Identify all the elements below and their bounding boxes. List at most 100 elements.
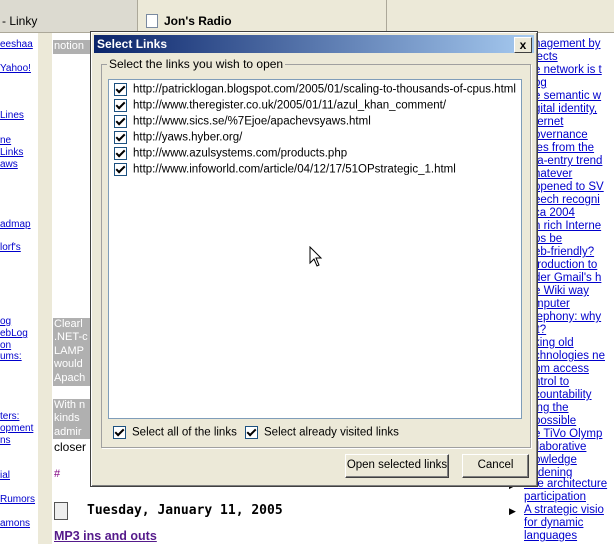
post-date: Tuesday, January 11, 2005 — [87, 503, 283, 518]
group-label: Select the links you wish to open — [107, 57, 286, 71]
left-link[interactable]: ters: — [0, 411, 19, 422]
select-all-label: Select all of the links — [132, 426, 237, 439]
left-link[interactable]: amons — [0, 518, 30, 529]
text-line: kinds — [54, 412, 80, 425]
right-link[interactable]: eb-friendly? — [534, 246, 594, 258]
dialog-titlebar[interactable]: Select Links x — [94, 35, 534, 53]
right-link[interactable]: chnologies ne — [534, 350, 605, 362]
link-url: http://www.sics.se/%7Ejoe/apachevsyaws.h… — [133, 115, 371, 128]
mouse-pointer-icon — [309, 246, 323, 267]
right-link[interactable]: ca 2004 — [534, 207, 575, 219]
right-link[interactable]: troduction to — [534, 259, 597, 271]
right-link[interactable]: les from the — [534, 142, 594, 154]
text-line: LAMP — [54, 344, 84, 357]
post-title-link[interactable]: MP3 ins and outs — [54, 529, 157, 543]
left-link[interactable]: Links — [0, 147, 23, 158]
left-link[interactable]: lorf's — [0, 242, 21, 253]
left-link[interactable]: ns — [0, 435, 11, 446]
select-all-option[interactable]: Select all of the links — [113, 426, 237, 439]
left-link[interactable]: ne — [0, 135, 11, 146]
right-link[interactable]: ta-entry trend — [534, 155, 602, 167]
right-link[interactable]: ppened to SV — [534, 181, 604, 193]
checkbox-checked-icon[interactable] — [114, 147, 127, 160]
left-link[interactable]: og — [0, 316, 11, 327]
select-visited-label: Select already visited links — [264, 426, 399, 439]
left-link[interactable]: on — [0, 340, 11, 351]
left-link[interactable]: aws — [0, 159, 18, 170]
right-link[interactable]: A strategic visio — [524, 504, 604, 516]
right-link[interactable]: ternet — [534, 116, 563, 128]
link-url: http://patricklogan.blogspot.com/2005/01… — [133, 83, 516, 96]
link-item[interactable]: http://www.infoworld.com/article/04/12/1… — [114, 163, 456, 179]
page-icon — [146, 14, 158, 28]
link-url: http://yaws.hyber.org/ — [133, 131, 243, 144]
open-selected-links-button[interactable]: Open selected links — [345, 454, 449, 478]
link-item[interactable]: http://www.theregister.co.uk/2005/01/11/… — [114, 99, 446, 115]
left-link[interactable]: admap — [0, 219, 31, 230]
cancel-button[interactable]: Cancel — [462, 454, 529, 478]
right-link[interactable]: e semantic w — [534, 90, 601, 102]
tab-linky[interactable]: - Linky — [0, 0, 138, 32]
right-link[interactable]: languages — [524, 530, 577, 542]
right-link[interactable]: eech recogni — [534, 194, 600, 206]
link-item[interactable]: http://yaws.hyber.org/ — [114, 131, 242, 147]
link-item[interactable]: http://patricklogan.blogspot.com/2005/01… — [114, 83, 516, 99]
background-text-block: With n kinds admir — [53, 399, 94, 439]
right-link[interactable]: nagement by — [534, 38, 601, 50]
right-link[interactable]: der Gmail's h — [534, 272, 601, 284]
left-link[interactable]: ial — [0, 470, 10, 481]
tab-label: Jon's Radio — [164, 14, 232, 28]
checkbox-checked-icon[interactable] — [114, 115, 127, 128]
right-link[interactable]: ing the — [534, 402, 569, 414]
right-link[interactable]: e TiVo Olymp — [534, 428, 602, 440]
right-link[interactable]: countability — [534, 389, 592, 401]
permalink-hash[interactable]: # — [54, 468, 60, 480]
left-link[interactable]: opment — [0, 423, 33, 434]
left-link[interactable]: ums: — [0, 351, 22, 362]
left-link[interactable]: eeshaa — [0, 39, 33, 50]
left-link[interactable]: Yahoo! — [0, 63, 31, 74]
right-link[interactable]: possible — [534, 415, 576, 427]
right-link[interactable]: hatever — [534, 168, 572, 180]
right-link[interactable]: king old — [534, 337, 574, 349]
right-link[interactable]: e network is t — [534, 64, 602, 76]
dialog-title: Select Links — [97, 37, 168, 51]
right-link[interactable]: om access — [534, 363, 589, 375]
checkbox-checked-icon[interactable] — [245, 426, 258, 439]
triangle-bullet-icon: ▶ — [509, 506, 516, 516]
right-link[interactable]: mputer — [534, 298, 570, 310]
link-url: http://www.infoworld.com/article/04/12/1… — [133, 163, 456, 176]
checkbox-checked-icon[interactable] — [114, 163, 127, 176]
right-link[interactable]: participation — [524, 491, 586, 503]
tab-jons-radio[interactable]: Jon's Radio — [138, 0, 387, 32]
right-link[interactable]: e Wiki way — [534, 285, 589, 297]
checkbox-checked-icon[interactable] — [114, 131, 127, 144]
checkbox-checked-icon[interactable] — [114, 99, 127, 112]
left-link[interactable]: Lines — [0, 110, 24, 121]
tab-label: - Linky — [2, 14, 38, 28]
close-icon[interactable]: x — [514, 37, 532, 53]
right-link[interactable]: owledge — [534, 454, 577, 466]
right-link[interactable]: n rich Interne — [534, 220, 601, 232]
text-line: admir — [54, 425, 82, 438]
background-text: closer — [54, 440, 87, 454]
right-link[interactable]: for dynamic — [524, 517, 583, 529]
background-text-block: notion — [53, 40, 94, 54]
left-link[interactable]: Rumors — [0, 494, 35, 505]
background-text-block: Clearl .NET-c LAMP would Apach — [53, 318, 94, 386]
checkbox-checked-icon[interactable] — [113, 426, 126, 439]
select-visited-option[interactable]: Select already visited links — [245, 426, 399, 439]
right-link[interactable]: ps be — [534, 233, 562, 245]
link-url: http://www.theregister.co.uk/2005/01/11/… — [133, 99, 447, 112]
right-link[interactable]: gital identity, — [534, 103, 597, 115]
checkbox-checked-icon[interactable] — [114, 83, 127, 96]
text-line: .NET-c — [54, 331, 88, 344]
link-item[interactable]: http://www.azulsystems.com/products.php — [114, 147, 347, 163]
right-link[interactable]: ntrol to — [534, 376, 569, 388]
left-link[interactable]: ebLog — [0, 328, 28, 339]
link-item[interactable]: http://www.sics.se/%7Ejoe/apachevsyaws.h… — [114, 115, 371, 131]
right-link[interactable]: llaborative — [534, 441, 586, 453]
right-link[interactable]: lephony: why — [534, 311, 601, 323]
right-link[interactable]: overnance — [534, 129, 588, 141]
text-line: Clearl — [54, 318, 83, 330]
